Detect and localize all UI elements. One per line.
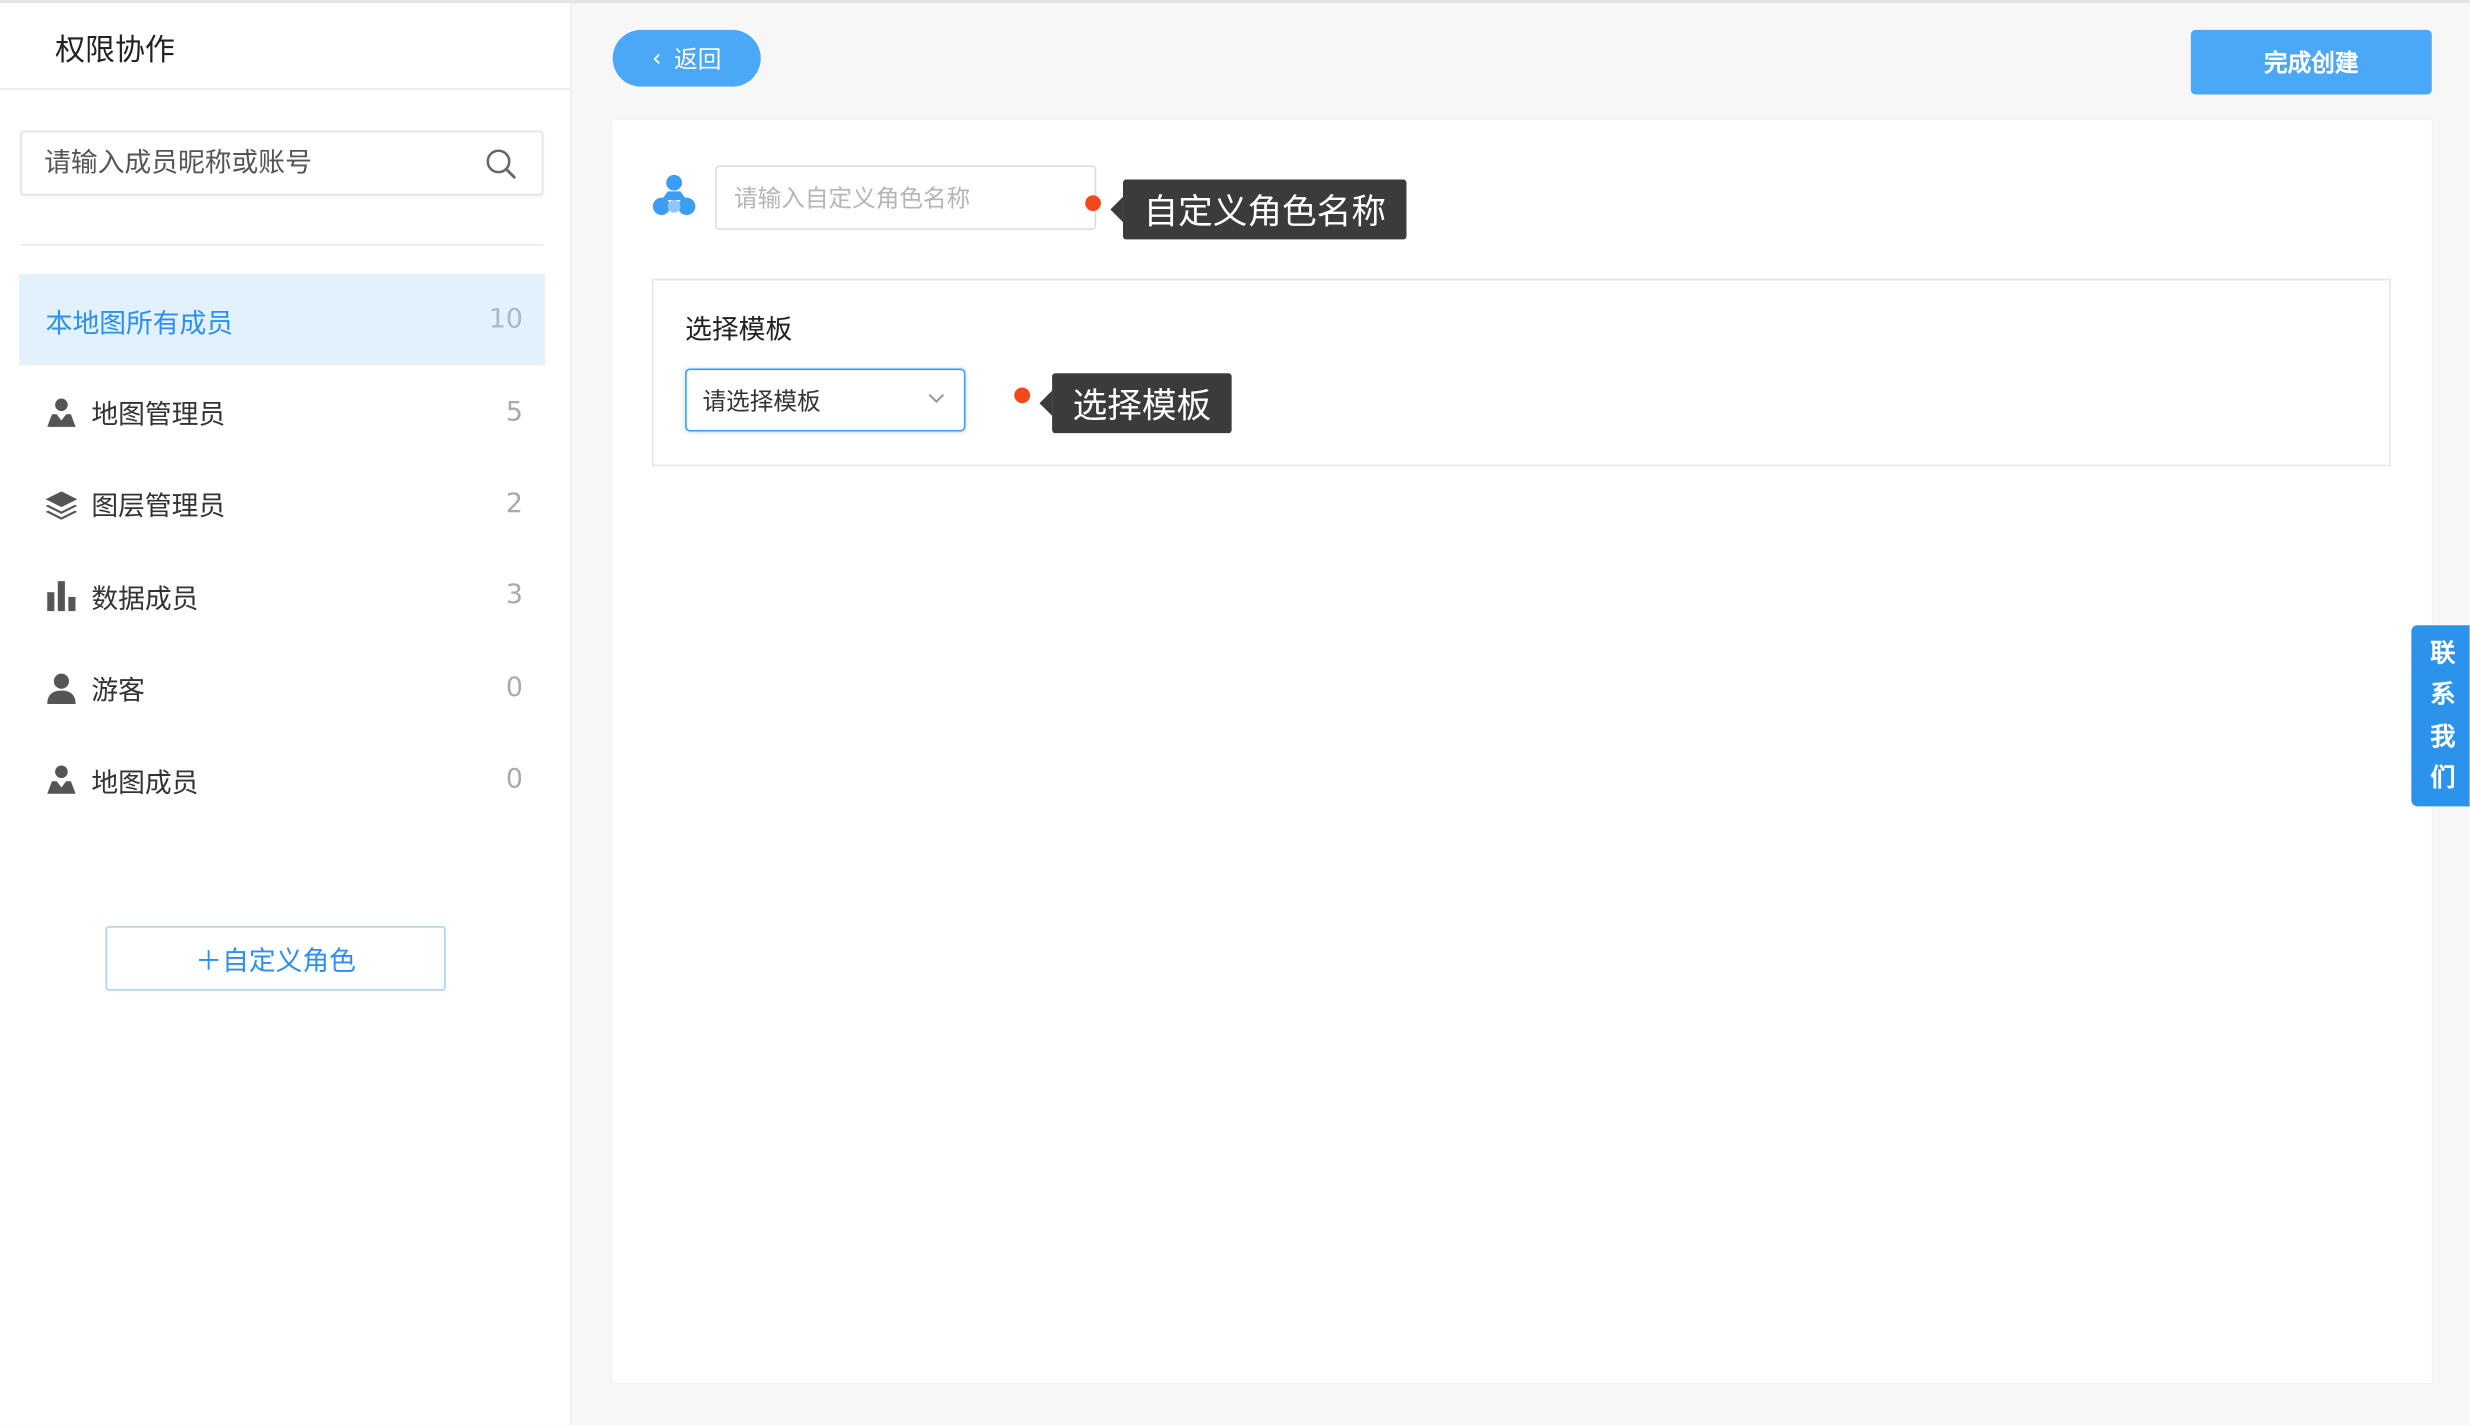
role-item-count: 0 (505, 764, 523, 796)
sidebar: 权限协作 本地图所有成员 10 地图管理员 5 (0, 3, 572, 1426)
member-search-input[interactable] (22, 132, 471, 194)
template-select[interactable]: 请选择模板 (685, 368, 966, 432)
sidebar-title: 权限协作 (55, 33, 175, 68)
role-item-all-members[interactable]: 本地图所有成员 10 (18, 274, 545, 367)
annotation-marker (1085, 195, 1101, 212)
role-item-count: 0 (505, 672, 523, 704)
map-user-icon (44, 395, 79, 430)
role-item-label: 游客 (91, 676, 145, 708)
role-name-input[interactable] (716, 166, 1095, 229)
role-item-count: 2 (505, 488, 523, 520)
contact-char: 们 (2430, 762, 2456, 793)
role-item-layer-admin[interactable]: 图层管理员 2 (19, 458, 545, 550)
chevron-left-icon: ‹ (652, 44, 662, 73)
user-icon (44, 671, 79, 706)
contact-char: 系 (2430, 678, 2456, 709)
finish-create-button[interactable]: 完成创建 (2190, 29, 2432, 95)
divider (0, 88, 571, 90)
role-item-guest[interactable]: 游客 0 (19, 642, 545, 734)
map-user-icon (44, 763, 79, 798)
role-item-label: 图层管理员 (91, 492, 226, 524)
add-custom-role-button[interactable]: ＋自定义角色 (105, 926, 446, 991)
role-item-label: 地图管理员 (91, 400, 226, 432)
template-select-value: 请选择模板 (702, 386, 821, 416)
back-button[interactable]: ‹ 返回 (612, 29, 761, 87)
search-icon[interactable] (485, 148, 517, 180)
role-item-label: 地图成员 (91, 768, 199, 800)
template-section: 选择模板 请选择模板 (652, 278, 2391, 467)
role-item-map-members[interactable]: 地图成员 0 (19, 734, 545, 826)
divider (20, 244, 544, 246)
role-group-icon (652, 174, 696, 215)
contact-char: 联 (2430, 637, 2456, 668)
template-tooltip: 选择模板 (1039, 373, 1232, 434)
app-root: 权限协作 本地图所有成员 10 地图管理员 5 (0, 0, 2470, 1426)
chevron-down-icon (928, 393, 945, 404)
annotation-marker (1014, 387, 1031, 404)
contact-char: 我 (2430, 720, 2456, 751)
role-item-map-admin[interactable]: 地图管理员 5 (19, 366, 545, 458)
layers-icon (44, 487, 79, 522)
bar-chart-icon (44, 579, 79, 614)
role-item-data-members[interactable]: 数据成员 3 (19, 550, 545, 642)
template-section-title: 选择模板 (685, 315, 793, 347)
role-item-count: 3 (505, 580, 523, 612)
contact-us-tab[interactable]: 联 系 我 们 (2411, 625, 2470, 807)
role-item-count: 5 (505, 396, 523, 428)
role-name-tooltip: 自定义角色名称 (1110, 179, 1407, 240)
role-item-label: 本地图所有成员 (45, 308, 234, 340)
role-list: 本地图所有成员 10 地图管理员 5 图层管理员 2 数据成员 3 游客 0 地… (18, 274, 545, 826)
role-name-field (715, 165, 1097, 230)
role-item-label: 数据成员 (91, 584, 199, 616)
back-button-label: 返回 (674, 44, 722, 74)
member-search-box (20, 130, 544, 196)
role-item-count: 10 (488, 304, 523, 336)
